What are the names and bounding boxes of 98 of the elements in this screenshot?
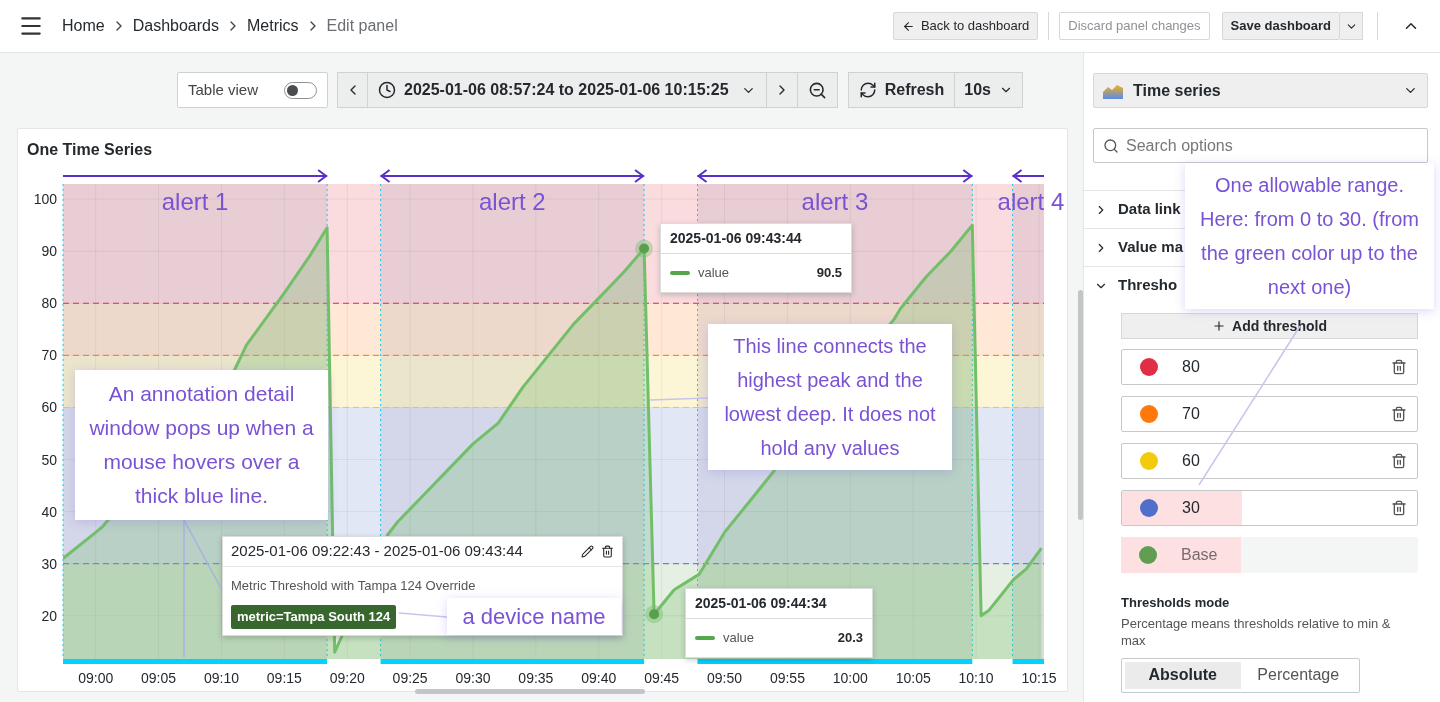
annotation-text: Metric Threshold with Tampa 124 Override (230, 577, 477, 595)
annotation-tag: metric=Tampa South 124 (231, 605, 397, 629)
annotation-time: 2025-01-06 09:22:43 - 2025-01-06 09:43:44 (231, 541, 523, 562)
refresh-icon (858, 81, 877, 99)
section-header[interactable]: Value ma (1084, 229, 1184, 266)
mode-description: Percentage means thresholds relative to min & max (1121, 614, 1392, 649)
mode-option[interactable]: Absolute (1125, 661, 1241, 689)
breadcrumb-link[interactable]: Edit panel (326, 14, 398, 38)
breadcrumb-link[interactable]: Metrics (246, 14, 299, 38)
threshold-input[interactable]: 60 (1121, 443, 1418, 479)
y-axis-label: 50 (41, 451, 57, 468)
trash-icon[interactable] (1391, 359, 1407, 375)
arrow-left-icon (901, 19, 915, 33)
add-threshold-button[interactable]: Add threshold (1121, 313, 1418, 339)
x-axis-label: 09:20 (329, 670, 365, 686)
x-axis-label: 09:25 (392, 670, 428, 686)
leader-line (398, 612, 448, 618)
threshold-input[interactable]: 70 (1121, 396, 1418, 432)
alert-label: alert 1 (161, 188, 229, 215)
threshold-value: 80 (1182, 357, 1200, 377)
x-axis-label: 09:40 (581, 670, 617, 686)
x-axis-label: 09:15 (266, 670, 302, 686)
threshold-value: 30 (1182, 498, 1200, 518)
x-axis-label: 10:00 (832, 670, 868, 686)
save-options-button[interactable] (1340, 12, 1363, 40)
mode-title: Thresholds mode (1121, 594, 1231, 612)
scrollbar[interactable] (415, 689, 645, 694)
tooltip-time: 2025-01-06 09:44:34 (695, 594, 827, 613)
scrollbar[interactable] (1078, 290, 1083, 520)
breadcrumb-link[interactable]: Dashboards (132, 14, 219, 38)
threshold-value: 70 (1182, 404, 1200, 424)
y-axis-label: 80 (41, 295, 57, 312)
y-axis-label: 30 (41, 555, 57, 572)
x-axis-label: 10:05 (895, 670, 931, 686)
clock-icon (378, 81, 396, 99)
x-axis-label: 09:35 (518, 670, 554, 686)
y-axis-label: 20 (41, 607, 57, 624)
y-axis-label: 100 (33, 191, 57, 208)
save-button[interactable]: Save dashboard (1221, 12, 1340, 40)
y-axis-label: 60 (41, 399, 57, 416)
callout-note: One allowable range. Here: from 0 to 30. (from the green color up to the next one) (1185, 163, 1434, 309)
callout-note: An annotation detail window pops up when a mouse hovers over a thick blue line. (75, 370, 328, 520)
refresh-button[interactable]: Refresh (847, 72, 956, 108)
search-icon (1103, 138, 1119, 154)
threshold-input[interactable]: 80 (1121, 349, 1418, 385)
alert-label: alert 3 (801, 188, 869, 215)
zoom-out-icon (807, 80, 827, 100)
trash-icon[interactable] (1391, 406, 1407, 422)
breadcrumb-link[interactable]: Home (62, 14, 105, 38)
range-arrow (1011, 169, 1045, 183)
threshold-value: Base (1181, 545, 1218, 565)
callout-note: a device name (447, 598, 621, 635)
mode-option[interactable]: Percentage (1240, 661, 1356, 689)
time-range-picker[interactable]: 2025-01-06 08:57:24 to 2025-01-06 10:15:25 (368, 72, 767, 108)
series-swatch (695, 636, 715, 640)
previous-range-button[interactable] (337, 72, 368, 108)
section-header[interactable]: Data link (1084, 191, 1181, 228)
hover-point (635, 239, 654, 258)
search-field[interactable]: Search options (1093, 128, 1428, 163)
series-swatch (670, 271, 690, 275)
x-axis-label: 09:30 (455, 670, 491, 686)
alert-label: alert 4 (997, 188, 1065, 215)
leader-line (649, 397, 709, 401)
x-axis-label: 09:00 (78, 670, 114, 686)
trash-icon[interactable] (601, 545, 614, 558)
alert-label: alert 2 (478, 188, 546, 215)
y-axis-label: 40 (41, 503, 57, 520)
y-axis-label: 70 (41, 347, 57, 364)
back-button[interactable]: Back to dashboard (892, 12, 1039, 40)
visualization-picker[interactable]: Time series (1093, 73, 1428, 108)
y-axis-label: 90 (41, 243, 57, 260)
hover-point (645, 605, 664, 624)
trash-icon[interactable] (1391, 453, 1407, 469)
x-axis-label: 09:05 (141, 670, 177, 686)
x-axis-label: 10:15 (1021, 670, 1057, 686)
threshold-value: 60 (1182, 451, 1200, 471)
panel-title: One Time Series (27, 141, 153, 158)
series-name: value (723, 629, 755, 648)
zoom-out-button[interactable] (797, 72, 838, 108)
callout-note: This line connects the highest peak and the lowest deep. It does not hold any values (708, 324, 952, 470)
tooltip-time: 2025-01-06 09:43:44 (670, 229, 802, 248)
pencil-icon[interactable] (581, 545, 594, 558)
refresh-interval-dropdown[interactable]: 10s (955, 72, 1023, 108)
series-name: value (698, 264, 730, 283)
x-axis-label: 10:10 (958, 670, 994, 686)
table-view-switch[interactable] (284, 81, 317, 99)
x-axis-label: 09:55 (769, 670, 805, 686)
toggle-label: Table view (188, 79, 259, 100)
series-value: 20.3 (837, 629, 863, 648)
x-axis-label: 09:50 (707, 670, 743, 686)
x-axis-label: 09:45 (644, 670, 680, 686)
trash-icon[interactable] (1391, 500, 1407, 516)
section-header[interactable]: Thresho (1084, 267, 1178, 304)
series-value: 90.5 (816, 264, 842, 283)
threshold-input[interactable]: 30 (1121, 490, 1418, 526)
x-axis-label: 09:10 (203, 670, 239, 686)
plus-icon (1212, 319, 1227, 333)
area-chart-icon (1103, 82, 1123, 99)
